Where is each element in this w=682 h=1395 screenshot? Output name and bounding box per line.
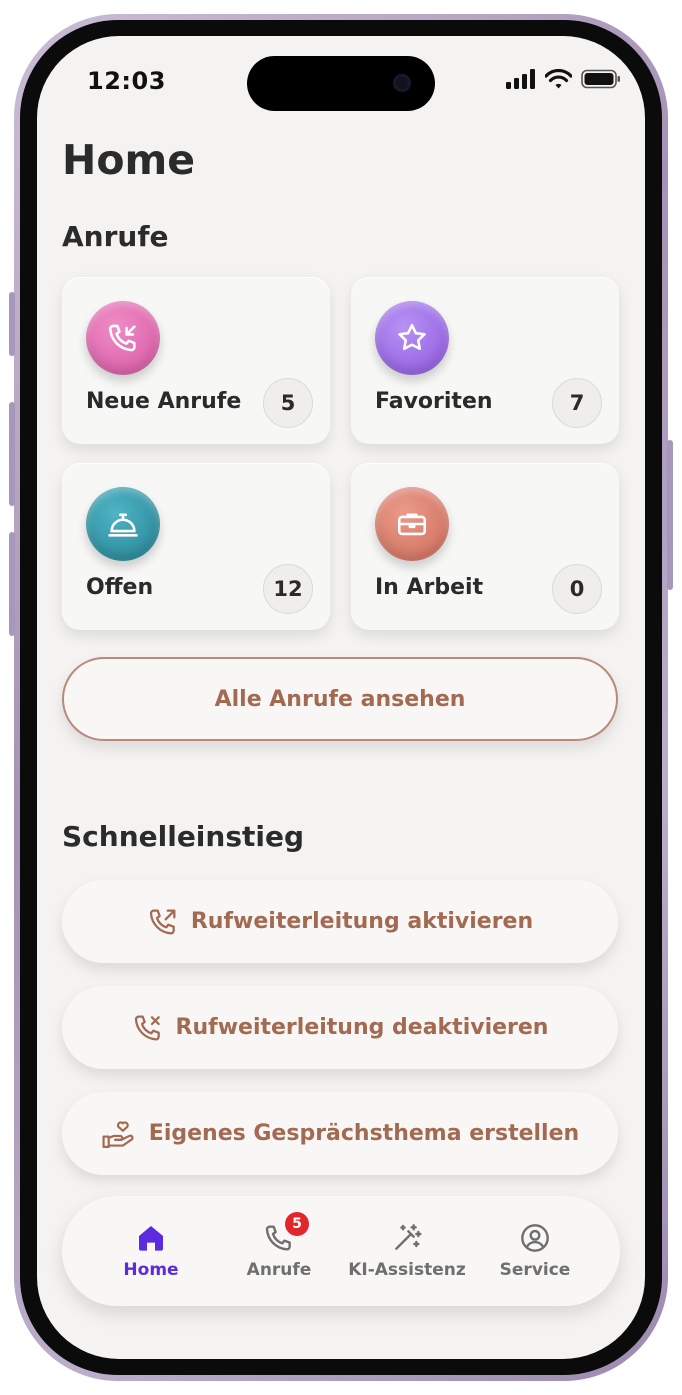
wifi-icon (545, 69, 572, 89)
tab-label: Service (499, 1260, 571, 1280)
calls-badge: 5 (285, 1212, 309, 1236)
volume-up-button (9, 402, 15, 506)
magic-wand-icon (391, 1220, 423, 1256)
tile-count: 7 (552, 378, 602, 428)
phone-forward-icon (149, 909, 176, 934)
screen: 12:03 Home Anrufe Neue Anrufe 5 Favorite… (37, 36, 645, 1359)
tile-offen[interactable]: Offen 12 (62, 463, 330, 630)
tab-label: Home (123, 1260, 179, 1280)
tab-service[interactable]: Service (471, 1196, 599, 1306)
tab-anrufe[interactable]: 5 Anrufe (215, 1196, 343, 1306)
tab-label: KI-Assistenz (348, 1260, 466, 1280)
activate-forwarding-button[interactable]: Rufweiterleitung aktivieren (62, 880, 618, 963)
deactivate-forwarding-label: Rufweiterleitung deaktivieren (175, 1015, 549, 1040)
tab-home[interactable]: Home (87, 1196, 215, 1306)
activate-forwarding-label: Rufweiterleitung aktivieren (190, 909, 534, 934)
create-topic-button[interactable]: Eigenes Gesprächsthema erstellen (62, 1092, 618, 1175)
status-icons (506, 69, 621, 89)
section-title-schnelleinstieg: Schnelleinstieg (62, 820, 305, 853)
briefcase-icon (375, 487, 449, 561)
status-time: 12:03 (87, 67, 166, 95)
power-button (667, 440, 673, 590)
section-title-anrufe: Anrufe (62, 220, 169, 253)
tile-favoriten[interactable]: Favoriten 7 (351, 277, 619, 444)
tile-in-arbeit[interactable]: In Arbeit 0 (351, 463, 619, 630)
page-title: Home (62, 136, 196, 184)
tile-label: In Arbeit (375, 575, 484, 600)
volume-down-button (9, 532, 15, 636)
service-bell-icon (86, 487, 160, 561)
phone-incoming-icon (86, 301, 160, 375)
signal-icon (506, 69, 535, 89)
create-topic-label: Eigenes Gesprächsthema erstellen (148, 1121, 580, 1146)
tab-ki-assistenz[interactable]: KI-Assistenz (343, 1196, 471, 1306)
tile-count: 12 (263, 564, 313, 614)
tile-count: 5 (263, 378, 313, 428)
dynamic-island (247, 56, 435, 111)
battery-icon (581, 69, 620, 89)
hand-heart-icon (102, 1120, 134, 1148)
tile-neue-anrufe[interactable]: Neue Anrufe 5 (62, 277, 330, 444)
view-all-calls-label: Alle Anrufe ansehen (214, 686, 466, 712)
tab-bar: Home 5 Anrufe KI-Assistenz Service (62, 1196, 620, 1306)
tile-label: Favoriten (375, 389, 493, 414)
tile-count: 0 (552, 564, 602, 614)
view-all-calls-button[interactable]: Alle Anrufe ansehen (62, 657, 618, 741)
home-icon (135, 1220, 167, 1256)
deactivate-forwarding-button[interactable]: Rufweiterleitung deaktivieren (62, 986, 618, 1069)
tab-label: Anrufe (246, 1260, 312, 1280)
star-icon (375, 301, 449, 375)
phone-x-icon (134, 1015, 160, 1040)
user-circle-icon (519, 1220, 551, 1256)
phone-icon: 5 (263, 1212, 309, 1256)
action-button (9, 292, 15, 356)
tile-label: Neue Anrufe (86, 389, 242, 414)
tile-label: Offen (86, 575, 154, 600)
camera-icon (393, 74, 411, 92)
